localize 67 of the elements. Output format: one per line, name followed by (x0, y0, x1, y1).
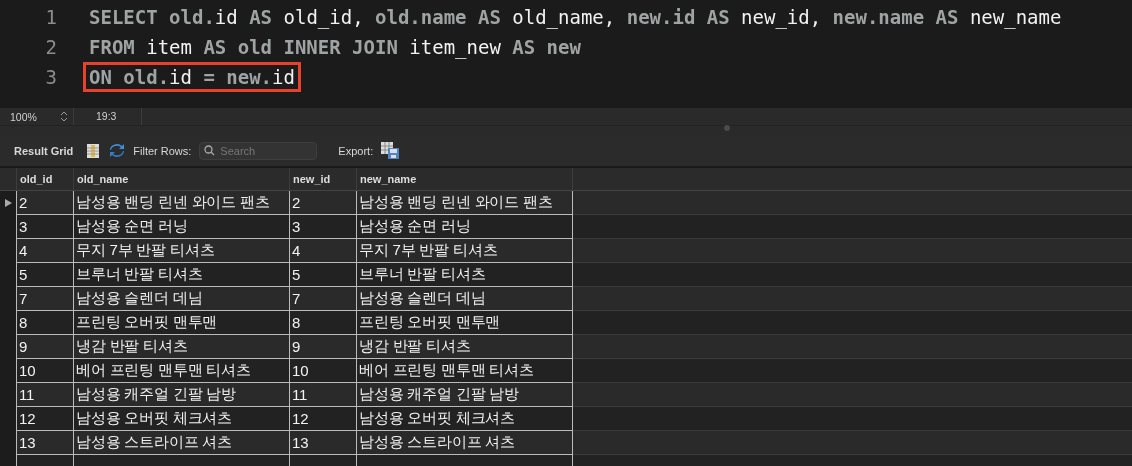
table-cell: 7 (290, 287, 357, 311)
splitter-handle[interactable] (724, 125, 730, 131)
grid-icon[interactable] (87, 143, 100, 158)
table-cell: 남성용 밴딩 린넨 와이드 팬츠 (357, 191, 573, 215)
table-cell: 2 (290, 191, 357, 215)
table-cell: 남성용 오버핏 체크셔츠 (357, 407, 573, 431)
table-cell: 남성용 슬렌더 데님 (357, 287, 573, 311)
table-cell: 11 (290, 383, 357, 407)
table-cell: 프린팅 오버핏 맨투맨 (74, 311, 290, 335)
table-cell: 9 (17, 335, 74, 359)
search-icon (204, 144, 216, 156)
table-cell: 12 (290, 407, 357, 431)
table-cell: 12 (17, 407, 74, 431)
code-line: ON old.id = new.id (89, 66, 295, 88)
filter-label: Filter Rows: (133, 144, 192, 157)
table-cell: 8 (17, 311, 74, 335)
panel-title: Result Grid (14, 144, 74, 157)
table-cell: 브루너 반팔 티셔츠 (74, 263, 290, 287)
line-number: 2 (44, 36, 58, 58)
table-cell: 3 (17, 215, 74, 239)
table-cell: 냉감 반팔 티셔츠 (357, 335, 573, 359)
table-cell: 베어 프린팅 맨투맨 티셔츠 (74, 359, 290, 383)
column-header[interactable]: new_id (290, 168, 357, 191)
table-cell: 남성용 오버핏 체크셔츠 (74, 407, 290, 431)
table-cell: 7 (17, 287, 74, 311)
save-icon[interactable] (381, 142, 400, 159)
table-cell: 3 (290, 215, 357, 239)
line-number: 3 (44, 66, 58, 88)
table-cell: 베어 프린팅 맨투맨 티셔츠 (357, 359, 573, 383)
current-row-icon (4, 199, 12, 207)
table-cell: 10 (17, 359, 74, 383)
refresh-icon[interactable] (109, 144, 126, 157)
code-line: SELECT old.id AS old_id, old.name AS old_name, new.id AS new_id, new.name AS new_name (89, 6, 1062, 28)
table-cell: 무지 7부 반팔 티셔츠 (74, 239, 290, 263)
table-cell: 8 (290, 311, 357, 335)
table-cell: 브루너 반팔 티셔츠 (357, 263, 573, 287)
cursor-position: 19:3 (73, 108, 141, 125)
table-cell: 4 (17, 239, 74, 263)
table-cell: 5 (290, 263, 357, 287)
column-header[interactable]: old_name (74, 168, 290, 191)
table-cell: 냉감 반팔 티셔츠 (74, 335, 290, 359)
table-cell: 남성용 스트라이프 셔츠 (74, 431, 290, 455)
table-cell: 10 (290, 359, 357, 383)
table-cell: 13 (290, 431, 357, 455)
table-cell: 남성용 순면 러닝 (357, 215, 573, 239)
export-label: Export: (338, 144, 374, 157)
table-cell: 남성용 스트라이프 셔츠 (357, 431, 573, 455)
table-cell: 남성용 순면 러닝 (74, 215, 290, 239)
table-cell: 프린팅 오버핏 맨투맨 (357, 311, 573, 335)
table-cell: 남성용 밴딩 린넨 와이드 팬츠 (74, 191, 290, 215)
stepper-icon[interactable] (60, 110, 68, 123)
table-cell: 무지 7부 반팔 티셔츠 (357, 239, 573, 263)
table-cell: 4 (290, 239, 357, 263)
column-header[interactable]: old_id (17, 168, 74, 191)
table-cell: 2 (17, 191, 74, 215)
table-cell: 11 (17, 383, 74, 407)
code-line: FROM item AS old INNER JOIN item_new AS new (89, 36, 581, 58)
zoom-level: 100% (9, 110, 38, 123)
table-cell: 9 (290, 335, 357, 359)
line-number: 1 (44, 6, 58, 28)
table-cell: 5 (17, 263, 74, 287)
table-cell: 남성용 슬렌더 데님 (74, 287, 290, 311)
table-cell: 13 (17, 431, 74, 455)
column-header[interactable]: new_name (357, 168, 573, 191)
table-cell: 남성용 캐주얼 긴팔 남방 (357, 383, 573, 407)
table-cell: 남성용 캐주얼 긴팔 남방 (74, 383, 290, 407)
search-field[interactable]: Search (199, 141, 318, 160)
